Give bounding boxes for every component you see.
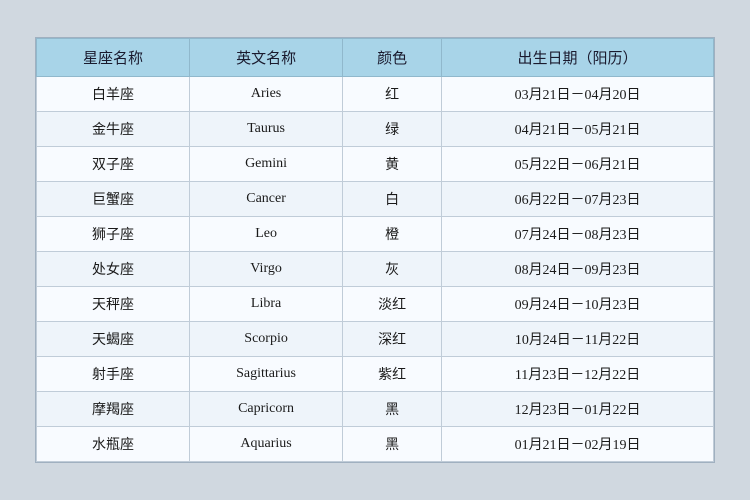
- cell-row9-col3: 12月23日－01月22日: [442, 392, 714, 427]
- cell-row3-col3: 06月22日－07月23日: [442, 182, 714, 217]
- cell-row9-col0: 摩羯座: [37, 392, 190, 427]
- cell-row8-col3: 11月23日－12月22日: [442, 357, 714, 392]
- cell-row0-col1: Aries: [190, 77, 343, 112]
- cell-row7-col2: 深红: [343, 322, 442, 357]
- cell-row10-col0: 水瓶座: [37, 427, 190, 462]
- cell-row4-col3: 07月24日－08月23日: [442, 217, 714, 252]
- col-header-color: 颜色: [343, 39, 442, 77]
- cell-row1-col1: Taurus: [190, 112, 343, 147]
- cell-row6-col0: 天秤座: [37, 287, 190, 322]
- table-row: 双子座Gemini黄05月22日－06月21日: [37, 147, 714, 182]
- cell-row2-col0: 双子座: [37, 147, 190, 182]
- cell-row2-col1: Gemini: [190, 147, 343, 182]
- table-header-row: 星座名称 英文名称 颜色 出生日期（阳历）: [37, 39, 714, 77]
- cell-row7-col1: Scorpio: [190, 322, 343, 357]
- col-header-dates: 出生日期（阳历）: [442, 39, 714, 77]
- cell-row1-col3: 04月21日－05月21日: [442, 112, 714, 147]
- cell-row6-col1: Libra: [190, 287, 343, 322]
- cell-row3-col0: 巨蟹座: [37, 182, 190, 217]
- cell-row5-col1: Virgo: [190, 252, 343, 287]
- cell-row8-col1: Sagittarius: [190, 357, 343, 392]
- cell-row5-col2: 灰: [343, 252, 442, 287]
- cell-row6-col3: 09月24日－10月23日: [442, 287, 714, 322]
- cell-row2-col2: 黄: [343, 147, 442, 182]
- cell-row0-col0: 白羊座: [37, 77, 190, 112]
- cell-row4-col2: 橙: [343, 217, 442, 252]
- table-row: 白羊座Aries红03月21日－04月20日: [37, 77, 714, 112]
- cell-row4-col1: Leo: [190, 217, 343, 252]
- cell-row3-col1: Cancer: [190, 182, 343, 217]
- cell-row10-col2: 黑: [343, 427, 442, 462]
- cell-row6-col2: 淡红: [343, 287, 442, 322]
- cell-row0-col2: 红: [343, 77, 442, 112]
- table-row: 摩羯座Capricorn黑12月23日－01月22日: [37, 392, 714, 427]
- cell-row3-col2: 白: [343, 182, 442, 217]
- table-body: 白羊座Aries红03月21日－04月20日金牛座Taurus绿04月21日－0…: [37, 77, 714, 462]
- col-header-english: 英文名称: [190, 39, 343, 77]
- cell-row8-col2: 紫红: [343, 357, 442, 392]
- cell-row1-col0: 金牛座: [37, 112, 190, 147]
- cell-row8-col0: 射手座: [37, 357, 190, 392]
- cell-row9-col1: Capricorn: [190, 392, 343, 427]
- zodiac-table-container: 星座名称 英文名称 颜色 出生日期（阳历） 白羊座Aries红03月21日－04…: [35, 37, 715, 463]
- cell-row2-col3: 05月22日－06月21日: [442, 147, 714, 182]
- zodiac-table: 星座名称 英文名称 颜色 出生日期（阳历） 白羊座Aries红03月21日－04…: [36, 38, 714, 462]
- cell-row7-col0: 天蝎座: [37, 322, 190, 357]
- table-row: 射手座Sagittarius紫红11月23日－12月22日: [37, 357, 714, 392]
- col-header-chinese: 星座名称: [37, 39, 190, 77]
- table-row: 狮子座Leo橙07月24日－08月23日: [37, 217, 714, 252]
- table-row: 水瓶座Aquarius黑01月21日－02月19日: [37, 427, 714, 462]
- table-row: 天秤座Libra淡红09月24日－10月23日: [37, 287, 714, 322]
- table-row: 巨蟹座Cancer白06月22日－07月23日: [37, 182, 714, 217]
- table-row: 天蝎座Scorpio深红10月24日－11月22日: [37, 322, 714, 357]
- cell-row10-col3: 01月21日－02月19日: [442, 427, 714, 462]
- cell-row5-col3: 08月24日－09月23日: [442, 252, 714, 287]
- table-row: 金牛座Taurus绿04月21日－05月21日: [37, 112, 714, 147]
- cell-row4-col0: 狮子座: [37, 217, 190, 252]
- cell-row1-col2: 绿: [343, 112, 442, 147]
- cell-row9-col2: 黑: [343, 392, 442, 427]
- cell-row0-col3: 03月21日－04月20日: [442, 77, 714, 112]
- cell-row7-col3: 10月24日－11月22日: [442, 322, 714, 357]
- table-row: 处女座Virgo灰08月24日－09月23日: [37, 252, 714, 287]
- cell-row10-col1: Aquarius: [190, 427, 343, 462]
- cell-row5-col0: 处女座: [37, 252, 190, 287]
